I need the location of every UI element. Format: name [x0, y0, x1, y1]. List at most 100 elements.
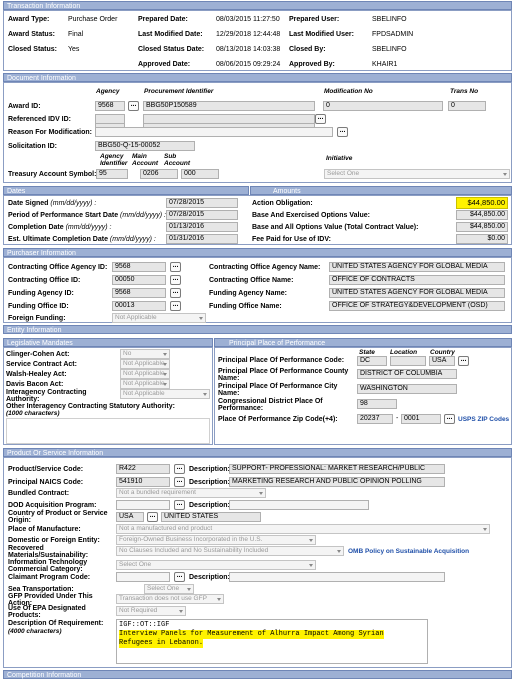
pop-start-field[interactable]: 07/28/2015 [166, 210, 238, 220]
award-piid-field[interactable]: BBG50P150589 [143, 101, 315, 111]
naics-description-field[interactable]: MARKETING RESEARCH AND PUBLIC OPINION PO… [229, 477, 445, 487]
psc-label: Product/Service Code: [8, 466, 84, 473]
naics-field[interactable]: 541910 [116, 477, 170, 487]
ellipsis-lookup-icon[interactable]: ... [315, 114, 326, 124]
epa-products-select[interactable]: Not Required [116, 606, 186, 616]
ellipsis-lookup-icon[interactable]: ... [147, 512, 158, 522]
psc-description-field[interactable]: SUPPORT- PROFESSIONAL: MARKET RESEARCH/P… [229, 464, 445, 474]
co-office-name-field[interactable]: OFFICE OF CONTRACTS [329, 275, 505, 285]
tas-main-field[interactable]: 0206 [140, 169, 178, 179]
ellipsis-lookup-icon[interactable]: ... [128, 101, 139, 111]
recovered-materials-select[interactable]: No Clauses Included and No Sustainabilit… [116, 546, 344, 556]
domestic-foreign-select[interactable]: Foreign-Owned Business Incorporated in t… [116, 535, 316, 545]
purchaser-section-header[interactable]: Purchaser Information [3, 248, 512, 257]
ellipsis-lookup-icon[interactable]: ... [170, 275, 181, 285]
ellipsis-lookup-icon[interactable]: ... [170, 288, 181, 298]
itcc-select[interactable]: Select One [116, 560, 316, 570]
ppop-zip4-field[interactable]: 0001 [401, 414, 441, 424]
ppop-country-field[interactable]: USA [429, 356, 455, 366]
closed-status-date-label: Closed Status Date: [138, 46, 205, 53]
dod-program-field[interactable] [116, 500, 170, 510]
ppop-county-field[interactable]: DISTRICT OF COLUMBIA [357, 369, 457, 379]
ellipsis-lookup-icon[interactable]: ... [444, 414, 455, 424]
ellipsis-lookup-icon[interactable]: ... [170, 301, 181, 311]
prepared-user-label: Prepared User: [289, 16, 340, 23]
ppop-city-label: Principal Place Of Performance City Name… [218, 383, 338, 397]
document-section-header[interactable]: Document Information [3, 73, 512, 82]
legislative-panel: Clinger-Cohen Act: No Service Contract A… [3, 347, 213, 445]
ppop-city-field[interactable]: WASHINGTON [357, 384, 457, 394]
co-office-id-field[interactable]: 00050 [112, 275, 166, 285]
ultimate-completion-field[interactable]: 01/31/2016 [166, 234, 238, 244]
usps-zip-codes-link[interactable]: USPS ZIP Codes [458, 416, 509, 423]
ppop-section-header[interactable]: Principal Place of Performance [214, 338, 512, 347]
omb-policy-link[interactable]: OMB Policy on Sustainable Acquisition [348, 548, 469, 555]
purchaser-panel: Contracting Office Agency ID: 9568 ... C… [3, 257, 512, 323]
bundled-contract-select[interactable]: Not a bundled requirement [116, 488, 266, 498]
last-modified-user-value: FPDSADMIN [372, 31, 414, 38]
ellipsis-lookup-icon[interactable]: ... [458, 356, 469, 366]
ppop-state-field[interactable]: DC [357, 356, 387, 366]
ellipsis-lookup-icon[interactable]: ... [174, 572, 185, 582]
ppop-district-field[interactable]: 98 [357, 399, 397, 409]
funding-office-id-field[interactable]: 00013 [112, 301, 166, 311]
description-requirement-textarea[interactable]: IGF::OT::IGF Interview Panels for Measur… [116, 619, 428, 664]
action-obligation-field[interactable]: $44,850.00 [456, 197, 508, 209]
sea-transportation-select[interactable]: Select One [144, 584, 194, 594]
competition-section-header[interactable]: Competition Information [3, 670, 512, 679]
dod-description-field[interactable] [229, 500, 369, 510]
last-modified-user-label: Last Modified User: [289, 31, 354, 38]
recovered-materials-label: Recovered Materials/Sustainability: [8, 545, 89, 559]
tas-sub-field[interactable]: 000 [181, 169, 219, 179]
ellipsis-lookup-icon[interactable]: ... [174, 500, 185, 510]
claimant-description-field[interactable] [229, 572, 445, 582]
foreign-funding-label: Foreign Funding: [8, 315, 66, 322]
funding-agency-name-field[interactable]: UNITED STATES AGENCY FOR GLOBAL MEDIA [329, 288, 505, 298]
reason-modification-field[interactable] [95, 127, 333, 137]
ellipsis-lookup-icon[interactable]: ... [337, 127, 348, 137]
gfp-select[interactable]: Transaction does not use GFP [116, 594, 224, 604]
description-requirement-label: Description Of Requirement: [8, 620, 104, 627]
legislative-section-header[interactable]: Legislative Mandates [3, 338, 213, 347]
award-agency-field[interactable]: 9568 [95, 101, 125, 111]
country-origin-name-field[interactable]: UNITED STATES [161, 512, 261, 522]
naics-description-label: Description: [189, 479, 230, 486]
funding-agency-id-field[interactable]: 9568 [112, 288, 166, 298]
funding-office-name-field[interactable]: OFFICE OF STRATEGY&DEVELOPMENT (OSD) [329, 301, 505, 311]
base-all-options-field[interactable]: $44,850.00 [456, 222, 508, 232]
foreign-funding-select[interactable]: Not Applicable [112, 313, 206, 323]
davis-bacon-select[interactable]: Not Applicable [120, 379, 170, 389]
transaction-section-header[interactable]: Transaction Information [3, 1, 512, 10]
ellipsis-lookup-icon[interactable]: ... [174, 477, 185, 487]
co-agency-id-field[interactable]: 9568 [112, 262, 166, 272]
other-authority-textarea[interactable] [6, 418, 210, 444]
date-signed-field[interactable]: 07/28/2015 [166, 198, 238, 208]
amounts-section-header[interactable]: Amounts [250, 186, 512, 195]
completion-date-field[interactable]: 01/13/2016 [166, 222, 238, 232]
service-contract-act-select[interactable]: Not Applicable [120, 359, 170, 369]
closed-status-date-value: 08/13/2018 14:03:38 [216, 46, 281, 53]
award-modification-field[interactable]: 0 [323, 101, 443, 111]
fee-paid-field[interactable]: $0.00 [456, 234, 508, 244]
tas-agency-field[interactable]: 95 [96, 169, 128, 179]
interagency-authority-select[interactable]: Not Applicable [120, 389, 210, 399]
ellipsis-lookup-icon[interactable]: ... [174, 464, 185, 474]
ppop-location-field[interactable] [390, 356, 426, 366]
dates-section-header[interactable]: Dates [3, 186, 249, 195]
walsh-healey-select[interactable]: Not Applicable [120, 369, 170, 379]
solicitation-id-field[interactable]: BBG50-Q-15-00052 [95, 141, 195, 151]
co-agency-name-field[interactable]: UNITED STATES AGENCY FOR GLOBAL MEDIA [329, 262, 505, 272]
ppop-zip-field[interactable]: 20237 [357, 414, 393, 424]
country-origin-field[interactable]: USA [116, 512, 144, 522]
entity-section-header[interactable]: Entity Information [3, 325, 512, 334]
ellipsis-lookup-icon[interactable]: ... [170, 262, 181, 272]
claimant-program-field[interactable] [116, 572, 170, 582]
initiative-select[interactable]: Select One [324, 169, 510, 179]
award-trans-field[interactable]: 0 [448, 101, 486, 111]
place-of-manufacture-select[interactable]: Not a manufactured end product [116, 524, 490, 534]
base-exercised-field[interactable]: $44,850.00 [456, 210, 508, 220]
clinger-cohen-select[interactable]: No [120, 349, 170, 359]
ppop-district-label: Congressional District Place Of Performa… [218, 398, 323, 412]
product-section-header[interactable]: Product Or Service Information [3, 448, 512, 457]
psc-field[interactable]: R422 [116, 464, 170, 474]
